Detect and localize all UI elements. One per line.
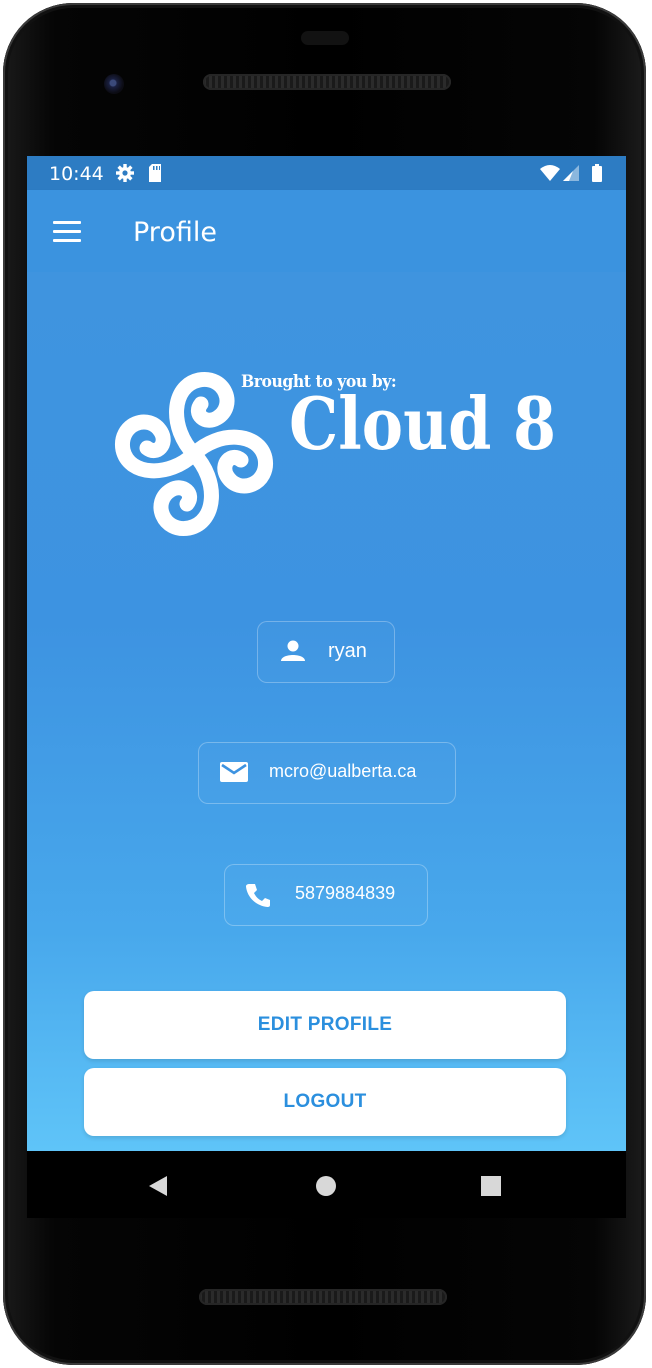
back-icon[interactable] bbox=[147, 1174, 169, 1198]
mail-icon bbox=[220, 762, 248, 782]
recents-icon[interactable] bbox=[480, 1175, 502, 1197]
logo-wordmark: Cloud 8 bbox=[289, 381, 557, 466]
email-text: mcro@ualberta.ca bbox=[269, 761, 417, 781]
status-time: 10:44 bbox=[49, 163, 104, 185]
bottom-speaker-grille bbox=[199, 1289, 447, 1305]
earpiece bbox=[301, 31, 349, 45]
top-speaker-grille bbox=[203, 74, 451, 90]
screen: 10:44 Profile Brought to you by: Cloud 8… bbox=[27, 156, 626, 1218]
cloud8-logo: Brought to you by: Cloud 8 bbox=[109, 358, 569, 548]
sd-card-icon bbox=[149, 164, 161, 182]
front-camera bbox=[104, 74, 124, 94]
status-bar: 10:44 bbox=[27, 156, 626, 190]
page-title: Profile bbox=[133, 217, 217, 248]
wifi-icon bbox=[540, 165, 560, 181]
app-bar: Profile bbox=[27, 190, 626, 272]
phone-chip[interactable]: 5879884839 bbox=[224, 864, 428, 926]
phone-text: 5879884839 bbox=[295, 883, 396, 903]
battery-icon bbox=[592, 164, 602, 182]
settings-icon bbox=[116, 164, 134, 182]
profile-content: Brought to you by: Cloud 8 ryan mcro@ual… bbox=[27, 272, 626, 1151]
menu-icon[interactable] bbox=[53, 221, 83, 243]
signal-icon bbox=[563, 165, 579, 181]
phone-icon bbox=[246, 884, 270, 907]
phone-frame: 10:44 Profile Brought to you by: Cloud 8… bbox=[3, 3, 646, 1365]
email-chip[interactable]: mcro@ualberta.ca bbox=[198, 742, 456, 804]
username-text: ryan bbox=[328, 640, 367, 662]
home-icon[interactable] bbox=[315, 1175, 337, 1197]
person-icon bbox=[281, 640, 305, 661]
username-chip[interactable]: ryan bbox=[257, 621, 395, 683]
logout-button[interactable]: LOGOUT bbox=[84, 1068, 566, 1136]
edit-profile-button[interactable]: EDIT PROFILE bbox=[84, 991, 566, 1059]
navigation-bar bbox=[27, 1151, 626, 1218]
